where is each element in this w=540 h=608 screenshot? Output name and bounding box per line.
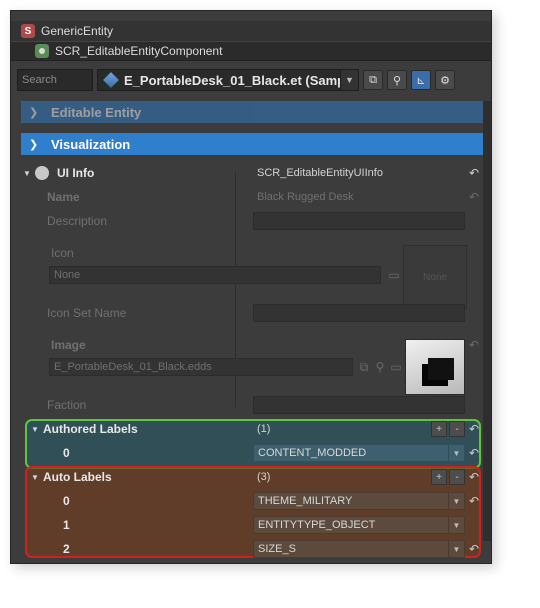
- reset-icon[interactable]: ↶: [467, 494, 481, 508]
- ui-info-label: UI Info: [57, 166, 95, 180]
- section-visualization[interactable]: ❯ Visualization: [21, 133, 483, 155]
- name-field[interactable]: Black Rugged Desk: [253, 188, 465, 206]
- label-dropdown[interactable]: SIZE_S ▼: [253, 540, 465, 558]
- gear-icon[interactable]: ⚙: [435, 70, 455, 90]
- remove-item-button[interactable]: -: [449, 421, 465, 437]
- prefab-path-field[interactable]: E_PortableDesk_01_Black.et (Samp ▼: [97, 69, 359, 91]
- hierarchy-icon[interactable]: ⊾: [411, 70, 431, 90]
- add-item-button[interactable]: +: [431, 469, 447, 485]
- icon-preview: None: [403, 245, 467, 309]
- add-item-button[interactable]: +: [431, 421, 447, 437]
- browse-icon[interactable]: ▭: [389, 360, 403, 374]
- chevron-down-icon: ▼: [448, 445, 464, 461]
- image-label: Image: [51, 338, 86, 352]
- reset-icon[interactable]: ↶: [467, 190, 481, 204]
- reset-icon[interactable]: ↶: [467, 542, 481, 556]
- image-thumbnail: [405, 339, 465, 395]
- open-external-icon[interactable]: ⧉: [363, 70, 383, 90]
- scrollbar[interactable]: [483, 101, 491, 541]
- item-index: 0: [63, 446, 70, 460]
- reset-icon[interactable]: ↶: [467, 422, 481, 436]
- chevron-down-icon: ❯: [29, 138, 39, 151]
- image-field[interactable]: E_PortableDesk_01_Black.edds: [49, 358, 353, 376]
- icon-set-row: Icon Set Name: [21, 301, 483, 325]
- item-index: 0: [63, 494, 70, 508]
- item-index: 2: [63, 542, 70, 556]
- expand-triangle-icon[interactable]: ▼: [31, 425, 43, 434]
- label-dropdown[interactable]: ENTITYTYPE_OBJECT ▼: [253, 516, 465, 534]
- entity-title: GenericEntity: [41, 24, 114, 38]
- component-title: SCR_EditableEntityComponent: [55, 44, 223, 58]
- section-title: Editable Entity: [51, 104, 142, 120]
- description-field[interactable]: [253, 212, 465, 230]
- dropdown-value: THEME_MILITARY: [258, 495, 353, 507]
- search-icon[interactable]: ⚲: [373, 360, 387, 374]
- section-title: Visualization: [51, 136, 131, 152]
- name-row: Name Black Rugged Desk ↶: [21, 185, 483, 209]
- description-row: Description: [21, 209, 483, 233]
- auto-labels-row[interactable]: ▼ Auto Labels (3) + - ↶: [21, 465, 483, 489]
- ui-info-class: SCR_EditableEntityUIInfo: [257, 167, 383, 179]
- label-dropdown[interactable]: THEME_MILITARY ▼: [253, 492, 465, 510]
- authored-label-item: 0 CONTENT_MODDED ▼ ↶: [21, 441, 483, 465]
- auto-labels-label: Auto Labels: [43, 470, 112, 484]
- name-label: Name: [47, 190, 80, 204]
- chevron-down-icon[interactable]: ▼: [340, 70, 358, 90]
- search-input[interactable]: Search: [17, 69, 93, 91]
- dropdown-value: SIZE_S: [258, 543, 296, 555]
- object-circle-icon: [35, 166, 49, 180]
- desk-preview: [428, 358, 454, 380]
- expand-triangle-icon[interactable]: ▼: [23, 169, 35, 178]
- icon-set-label: Icon Set Name: [47, 306, 127, 320]
- faction-row: Faction: [21, 393, 483, 417]
- auto-label-item: 0 THEME_MILITARY ▼ ↶: [21, 489, 483, 513]
- component-icon: [35, 44, 49, 58]
- authored-labels-label: Authored Labels: [43, 422, 138, 436]
- icon-field[interactable]: None: [49, 266, 381, 284]
- faction-label: Faction: [47, 398, 87, 412]
- remove-item-button[interactable]: -: [449, 469, 465, 485]
- prefab-cube-icon: [103, 72, 119, 88]
- reset-icon[interactable]: ↶: [467, 446, 481, 460]
- dropdown-value: ENTITYTYPE_OBJECT: [258, 519, 376, 531]
- reset-icon[interactable]: ↶: [467, 470, 481, 484]
- dropdown-value: CONTENT_MODDED: [258, 447, 367, 459]
- chevron-down-icon: ▼: [448, 541, 464, 557]
- section-editable-entity[interactable]: ❯ Editable Entity: [21, 101, 483, 123]
- expand-triangle-icon[interactable]: ▼: [31, 473, 43, 482]
- auto-label-item: 1 ENTITYTYPE_OBJECT ▼: [21, 513, 483, 537]
- script-icon: S: [21, 24, 35, 38]
- reset-icon[interactable]: ↶: [467, 166, 481, 180]
- icon-set-field[interactable]: [253, 304, 465, 322]
- entity-header[interactable]: S GenericEntity: [11, 21, 491, 41]
- auto-label-item: 2 SIZE_S ▼ ↶: [21, 537, 483, 561]
- item-index: 1: [63, 518, 70, 532]
- chevron-down-icon: ▼: [448, 493, 464, 509]
- search-icon[interactable]: ⚲: [387, 70, 407, 90]
- chevron-down-icon: ▼: [448, 517, 464, 533]
- toolbar: Search E_PortableDesk_01_Black.et (Samp …: [11, 67, 491, 93]
- prefab-path-text: E_PortableDesk_01_Black.et (Samp: [124, 72, 340, 88]
- properties-panel: S GenericEntity SCR_EditableEntityCompon…: [10, 10, 492, 564]
- label-dropdown[interactable]: CONTENT_MODDED ▼: [253, 444, 465, 462]
- icon-label: Icon: [51, 246, 74, 260]
- ui-info-row[interactable]: ▼ UI Info SCR_EditableEntityUIInfo ↶: [21, 161, 483, 185]
- component-header[interactable]: SCR_EditableEntityComponent: [11, 41, 491, 61]
- chevron-right-icon: ❯: [29, 106, 39, 119]
- open-external-icon[interactable]: ⧉: [357, 360, 371, 374]
- description-label: Description: [47, 214, 108, 228]
- reset-icon[interactable]: ↶: [467, 338, 481, 352]
- browse-icon[interactable]: ▭: [387, 268, 401, 282]
- authored-labels-row[interactable]: ▼ Authored Labels (1) + - ↶: [21, 417, 483, 441]
- faction-field[interactable]: [253, 396, 465, 414]
